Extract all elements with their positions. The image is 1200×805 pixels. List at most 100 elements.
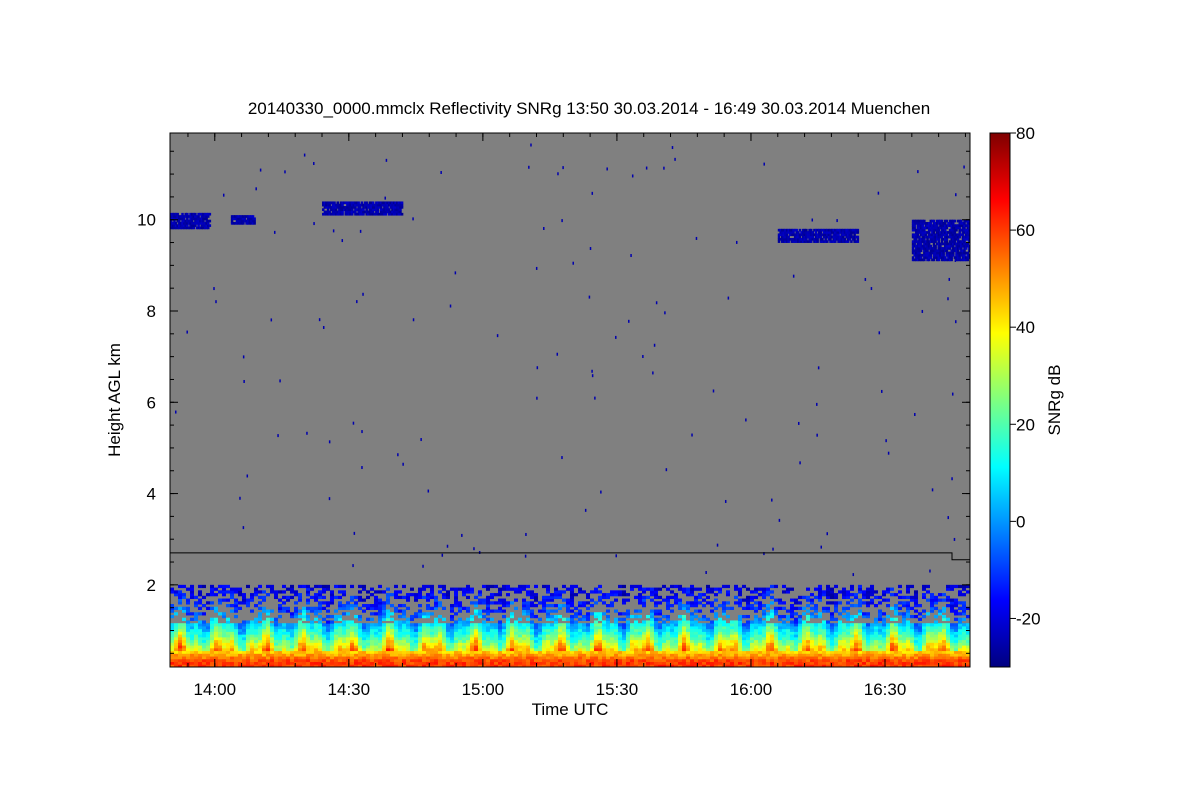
heatmap-cell: [494, 609, 498, 612]
heatmap-cell: [582, 615, 586, 618]
heatmap-cell: [366, 596, 370, 599]
heatmap-cell: [586, 593, 590, 596]
chart-svg: 20140330_0000.mmclx Reflectivity SNRg 13…: [0, 0, 1200, 800]
heatmap-cell: [694, 588, 698, 591]
heatmap-cell: [494, 593, 498, 596]
heatmap-cell: [858, 599, 862, 602]
heatmap-cell: [806, 623, 810, 626]
heatmap-cell: [586, 607, 590, 610]
heatmap-cell: [854, 604, 858, 607]
heatmap-cell: [602, 620, 606, 623]
heatmap-cell: [914, 615, 918, 618]
heatmap-cell: [938, 609, 942, 612]
heatmap-cell: [518, 623, 522, 626]
heatmap-cell: [194, 596, 198, 599]
heatmap-cell: [342, 585, 346, 588]
heatmap-cell: [714, 593, 718, 596]
heatmap-cell: [898, 607, 902, 610]
heatmap-cell: [574, 585, 578, 588]
heatmap-cell: [618, 612, 622, 615]
heatmap-cell: [518, 618, 522, 621]
heatmap-cell: [622, 599, 626, 602]
heatmap-cell: [934, 620, 938, 623]
heatmap-cell: [610, 623, 614, 626]
heatmap-cell: [594, 612, 598, 615]
heatmap-cell: [510, 612, 514, 615]
heatmap-cell: [290, 612, 294, 615]
heatmap-cell: [314, 585, 318, 588]
heatmap-cell: [278, 599, 282, 602]
heatmap-cell: [706, 596, 710, 599]
heatmap-cell: [210, 601, 214, 604]
heatmap-cell: [526, 623, 530, 626]
heatmap-cell: [962, 623, 966, 626]
heatmap-cell: [450, 588, 454, 591]
heatmap-cell: [698, 609, 702, 612]
heatmap-cell: [606, 615, 610, 618]
heatmap-cell: [326, 585, 330, 588]
cloud-cell: [354, 211, 357, 214]
heatmap-cell: [506, 593, 510, 596]
heatmap-cell: [190, 623, 194, 626]
heatmap-cell: [810, 623, 814, 626]
heatmap-cell: [794, 607, 798, 610]
heatmap-cell: [334, 596, 338, 599]
heatmap-cell: [370, 612, 374, 615]
heatmap-cell: [522, 623, 526, 626]
heatmap-cell: [370, 604, 374, 607]
heatmap-cell: [182, 618, 186, 621]
heatmap-cell: [918, 623, 922, 626]
heatmap-cell: [826, 585, 830, 588]
heatmap-cell: [922, 615, 926, 618]
heatmap-cell: [406, 593, 410, 596]
heatmap-cell: [558, 623, 562, 626]
heatmap-cell: [590, 612, 594, 615]
cloud-cell: [253, 217, 256, 220]
heatmap-cell: [402, 620, 406, 623]
heatmap-cell: [574, 612, 578, 615]
heatmap-cell: [498, 620, 502, 623]
heatmap-cell: [330, 590, 334, 593]
heatmap-cell: [370, 623, 374, 626]
heatmap-cell: [946, 585, 950, 588]
heatmap-cell: [842, 623, 846, 626]
heatmap-cell: [698, 618, 702, 621]
heatmap-cell: [310, 607, 314, 610]
heatmap-cell: [634, 620, 638, 623]
heatmap-cell: [394, 590, 398, 593]
cloud-cell: [242, 222, 245, 225]
heatmap-cell: [490, 609, 494, 612]
heatmap-cell: [186, 599, 190, 602]
heatmap-cell: [254, 588, 258, 591]
heatmap-cell: [602, 601, 606, 604]
heatmap-cell: [322, 618, 326, 621]
heatmap-cell: [926, 623, 930, 626]
heatmap-cell: [790, 620, 794, 623]
heatmap-cell: [830, 612, 834, 615]
heatmap-cell: [170, 604, 174, 607]
heatmap-cell: [262, 607, 266, 610]
heatmap-cell: [214, 588, 218, 591]
heatmap-cell: [442, 623, 446, 626]
heatmap-cell: [966, 623, 970, 626]
heatmap-cell: [710, 601, 714, 604]
heatmap-cell: [226, 585, 230, 588]
heatmap-cell: [214, 593, 218, 596]
cloud-cell: [328, 204, 331, 207]
heatmap-cell: [218, 612, 222, 615]
heatmap-cell: [686, 588, 690, 591]
heatmap-cell: [742, 585, 746, 588]
heatmap-cell: [334, 585, 338, 588]
heatmap-cell: [526, 601, 530, 604]
heatmap-cell: [382, 601, 386, 604]
heatmap-cell: [470, 601, 474, 604]
heatmap-cell: [346, 601, 350, 604]
heatmap-cell: [494, 623, 498, 626]
heatmap-cell: [458, 601, 462, 604]
heatmap-cell: [258, 596, 262, 599]
heatmap-cell: [782, 601, 786, 604]
heatmap-cell: [822, 620, 826, 623]
heatmap-cell: [194, 623, 198, 626]
heatmap-cell: [586, 601, 590, 604]
heatmap-cell: [546, 596, 550, 599]
